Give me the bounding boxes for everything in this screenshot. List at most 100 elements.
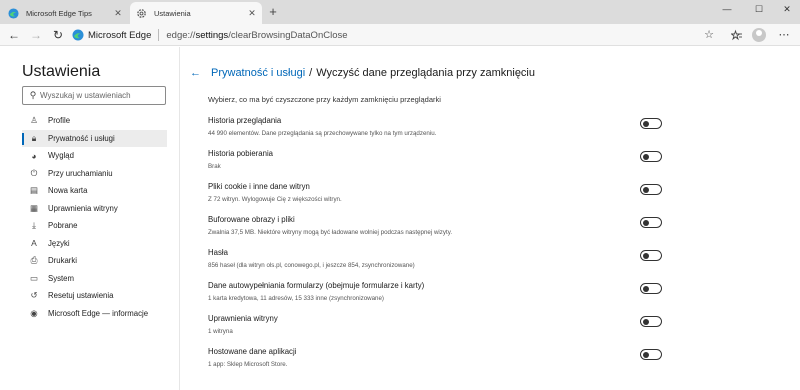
sidebar-item-label: Drukarki [48,256,78,266]
address-toolbar: ← → ↻ Microsoft Edge edge://settings/cle… [0,24,800,46]
sidebar-title: Ustawienia [22,63,101,80]
favorites-icon[interactable] [730,27,744,43]
profile-avatar[interactable] [752,28,766,42]
search-icon: ⚲ [29,90,37,100]
power-icon: ⏻ [30,167,38,178]
sidebar-item-label: Pobrane [48,221,78,231]
sidebar-item-reset[interactable]: ↺ Resetuj ustawienia [22,287,167,305]
option-row-download-history: Historia pobierania Brak [208,149,662,182]
back-button[interactable]: ← [6,27,22,43]
tab-title: Microsoft Edge Tips [26,8,92,18]
divider [158,29,160,41]
refresh-button[interactable]: ↻ [50,27,66,43]
settings-main: ← Prywatność i usługi / Wyczyść dane prz… [180,47,800,390]
minimize-button[interactable]: — [716,2,738,16]
option-title: Pliki cookie i inne dane witryn [208,182,310,191]
edge-icon: ◉ [30,307,38,318]
laptop-icon: ▭ [29,272,39,283]
search-placeholder: Wyszukaj w ustawieniach [40,91,131,100]
close-window-button[interactable]: ✕ [776,2,798,16]
sidebar-item-languages[interactable]: A Języki [22,235,167,253]
sidebar-item-label: Języki [48,238,70,248]
sidebar-item-site-permissions[interactable]: ▦ Uprawnienia witryny [22,200,167,218]
toggle-switch[interactable] [640,118,662,129]
sidebar-item-profile[interactable]: ♙ Profile [22,112,167,130]
tab-edge-tips[interactable]: Microsoft Edge Tips ✕ [2,2,128,24]
option-description: Z 72 witryn. Wylogowuje Cię z większości… [208,196,342,203]
option-row-cookies: Pliki cookie i inne dane witryn Z 72 wit… [208,182,662,215]
option-description: Brak [208,163,221,170]
reset-icon: ↺ [30,290,38,301]
sidebar-item-label: Nowa karta [48,186,88,196]
sidebar-item-system[interactable]: ▭ System [22,270,167,288]
option-row-passwords: Hasła 856 haseł (dla witryn ols.pl, cono… [208,248,662,281]
tab-settings[interactable]: Ustawienia ✕ [130,2,262,24]
option-title: Buforowane obrazy i pliki [208,215,295,224]
sidebar-item-label: Wygląd [48,151,74,161]
address-bar[interactable]: Microsoft Edge edge://settings/clearBrow… [70,26,724,44]
maximize-button[interactable]: ☐ [748,2,770,16]
toggle-switch[interactable] [640,151,662,162]
settings-sidebar: Ustawienia ⚲ Wyszukaj w ustawieniach ♙ Pr… [0,47,180,390]
option-title: Historia przeglądania [208,116,282,125]
option-description: 1 karta kredytowa, 11 adresów, 15 333 in… [208,295,384,302]
sidebar-item-label: Microsoft Edge — informacje [48,308,149,318]
option-title: Dane autowypełniania formularzy (obejmuj… [208,281,425,290]
new-tab-button[interactable]: + [265,4,281,20]
sidebar-item-downloads[interactable]: ⤓ Pobrane [22,217,167,235]
toggle-switch[interactable] [640,217,662,228]
back-arrow-icon[interactable]: ← [190,67,201,79]
close-tab-icon[interactable]: ✕ [246,8,258,19]
edge-logo-icon [8,7,19,19]
breadcrumb-separator: / [309,67,313,79]
address-brand: Microsoft Edge [88,29,152,41]
url-text: edge://settings/clearBrowsingDataOnClose [166,29,348,41]
printer-icon: ⎙ [30,255,38,266]
option-title: Hasła [208,248,228,257]
tab-strip: Microsoft Edge Tips ✕ Ustawienia ✕ + — ☐… [0,0,800,24]
download-icon: ⤓ [32,220,36,231]
toggle-switch[interactable] [640,184,662,195]
sidebar-item-label: Uprawnienia witryny [48,203,118,213]
option-description: 1 app: Sklep Microsoft Store. [208,361,288,368]
newtab-icon: ▤ [29,185,39,196]
option-row-cached-images: Buforowane obrazy i pliki Zwalnia 37,5 M… [208,215,662,248]
toggle-switch[interactable] [640,250,662,261]
person-icon: ♙ [30,115,38,126]
option-row-browsing-history: Historia przeglądania 44 990 elementów. … [208,116,662,149]
clear-data-options: Historia przeglądania 44 990 elementów. … [208,116,662,380]
favorite-star-icon[interactable]: ☆ [702,27,716,43]
option-title: Uprawnienia witryny [208,314,278,323]
breadcrumb-parent-link[interactable]: Prywatność i usługi [211,67,305,79]
page-subtitle: Wybierz, co ma być czyszczone przy każdy… [208,95,441,104]
forward-button[interactable]: → [28,27,44,43]
option-description: 44 990 elementów. Dane przeglądania są p… [208,130,437,137]
option-description: Zwalnia 37,5 MB. Niektóre witryny mogą b… [208,229,453,236]
edge-logo-icon [72,29,84,41]
option-title: Historia pobierania [208,149,274,158]
sidebar-item-about[interactable]: ◉ Microsoft Edge — informacje [22,305,167,323]
sidebar-item-label: System [48,273,74,283]
page-title: Wyczyść dane przeglądania przy zamknięci… [316,67,535,79]
settings-search-input[interactable]: ⚲ Wyszukaj w ustawieniach [22,86,166,105]
sidebar-item-printers[interactable]: ⎙ Drukarki [22,252,167,270]
sidebar-item-new-tab[interactable]: ▤ Nowa karta [22,182,167,200]
option-row-autofill: Dane autowypełniania formularzy (obejmuj… [208,281,662,314]
option-description: 1 witryna [208,328,233,335]
option-title: Hostowane dane aplikacji [208,347,297,356]
more-menu-icon[interactable]: ⋯ [776,27,792,43]
language-icon: A [31,238,37,249]
sidebar-item-startup[interactable]: ⏻ Przy uruchamianiu [22,165,167,183]
toggle-switch[interactable] [640,283,662,294]
toggle-switch[interactable] [640,316,662,327]
sidebar-item-appearance[interactable]: ◕ Wygląd [22,147,167,165]
close-tab-icon[interactable]: ✕ [112,8,124,19]
sidebar-item-label: Przy uruchamianiu [48,168,113,178]
option-description: 856 haseł (dla witryn ols.pl, conowego.p… [208,262,415,269]
option-row-site-permissions: Uprawnienia witryny 1 witryna [208,314,662,347]
toggle-switch[interactable] [640,349,662,360]
sidebar-item-label: Resetuj ustawienia [48,291,114,301]
sidebar-item-privacy[interactable]: 🔒︎ Prywatność i usługi [22,129,167,147]
palette-icon: ◕ [31,150,37,161]
sidebar-item-label: Profile [48,116,71,126]
